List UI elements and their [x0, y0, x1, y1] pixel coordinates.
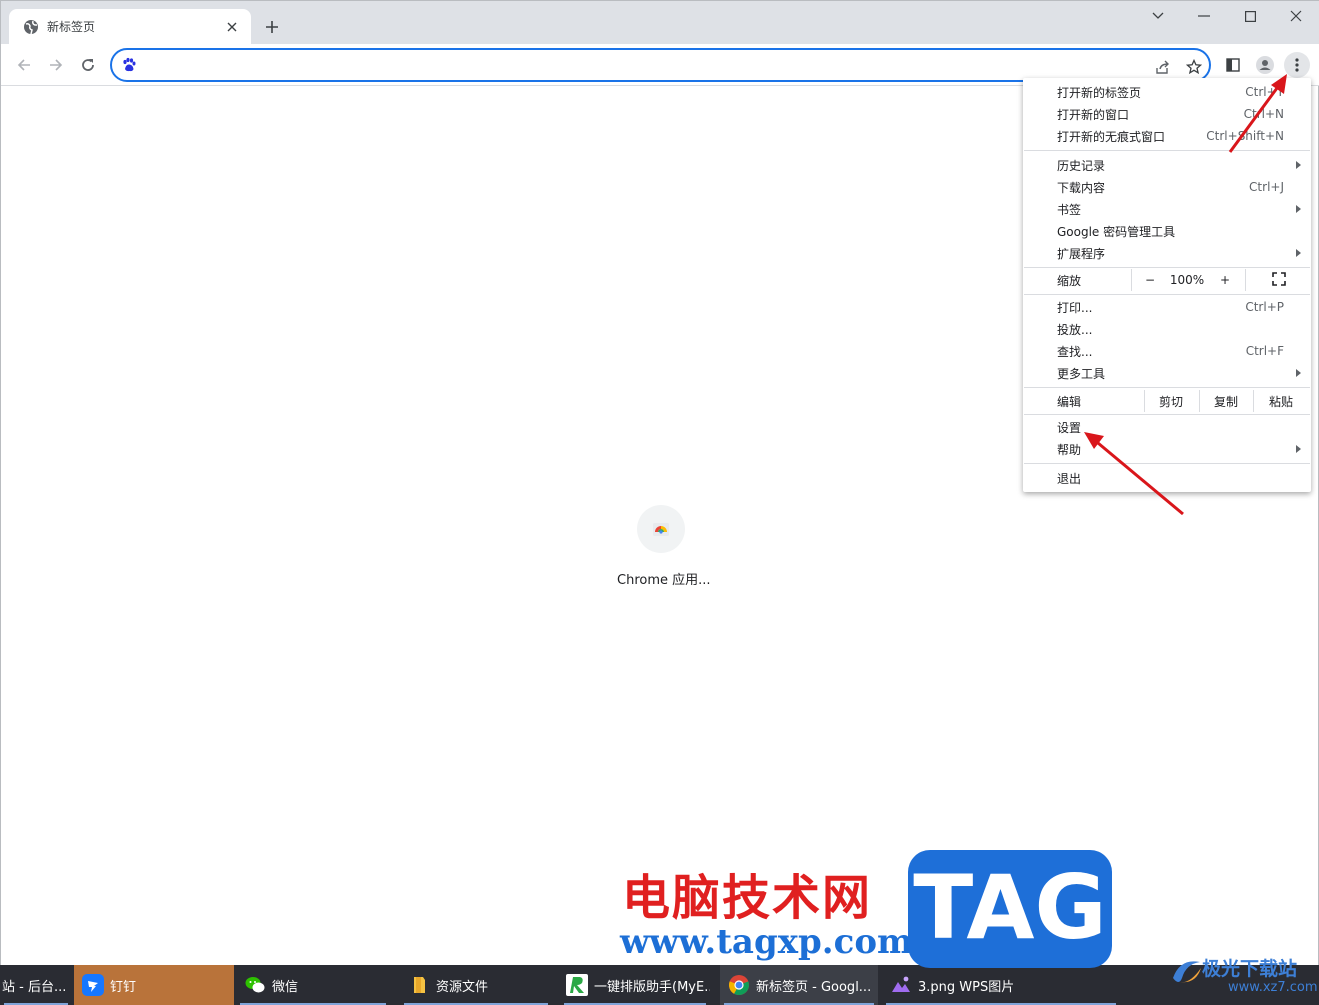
arrow-to-settings [1084, 432, 1184, 516]
taskbar-label: 资源文件 [436, 979, 489, 995]
taskbar-item-wps-image[interactable]: 3.png WPS图片 [882, 965, 1120, 1005]
dingtalk-icon [82, 974, 104, 996]
mye-app-icon [566, 974, 588, 996]
taskbar-label: 一键排版助手(MyE... [594, 979, 710, 995]
taskbar-label: 站 - 后台... [2, 979, 67, 995]
taskbar-label: 3.png WPS图片 [918, 979, 1015, 995]
watermark-site-url: www.xz7.com [1228, 980, 1318, 995]
taskbar-label: 新标签页 - Googl... [756, 979, 872, 995]
folder-icon [408, 974, 430, 996]
watermark-url: www.tagxp.com [620, 922, 913, 962]
taskbar-item-wechat[interactable]: 微信 [236, 965, 390, 1005]
xz7-swirl-icon [1173, 961, 1201, 983]
taskbar-item-chrome[interactable]: 新标签页 - Googl... [720, 965, 878, 1005]
taskbar-item-mye-typesetting[interactable]: 一键排版助手(MyE... [560, 965, 710, 1005]
taskbar-item-admin[interactable]: 站 - 后台... [0, 965, 72, 1005]
watermark-site-title: 电脑技术网 [622, 870, 873, 926]
wechat-icon [244, 974, 266, 996]
taskbar-label: 钉钉 [110, 979, 137, 995]
chrome-icon [728, 974, 750, 996]
arrow-to-menu-button [1228, 74, 1287, 153]
wps-image-icon [890, 974, 912, 996]
annotation-arrows [1084, 74, 1287, 516]
watermark-tag-text: TAG [913, 856, 1107, 959]
watermark-site-name: 极光下载站 [1202, 958, 1298, 980]
taskbar-label: 微信 [272, 979, 299, 995]
watermark-tag-logo: TAG [908, 850, 1112, 968]
taskbar-item-file-explorer[interactable]: 资源文件 [400, 965, 552, 1005]
taskbar: 站 - 后台... 钉钉 微信 资源文件 一键排版助手(MyE... 新标签页 … [0, 965, 1319, 1005]
taskbar-item-dingtalk[interactable]: 钉钉 [74, 965, 234, 1005]
watermark-xz7-logo: 极光下载站 www.xz7.com [1170, 952, 1318, 1002]
